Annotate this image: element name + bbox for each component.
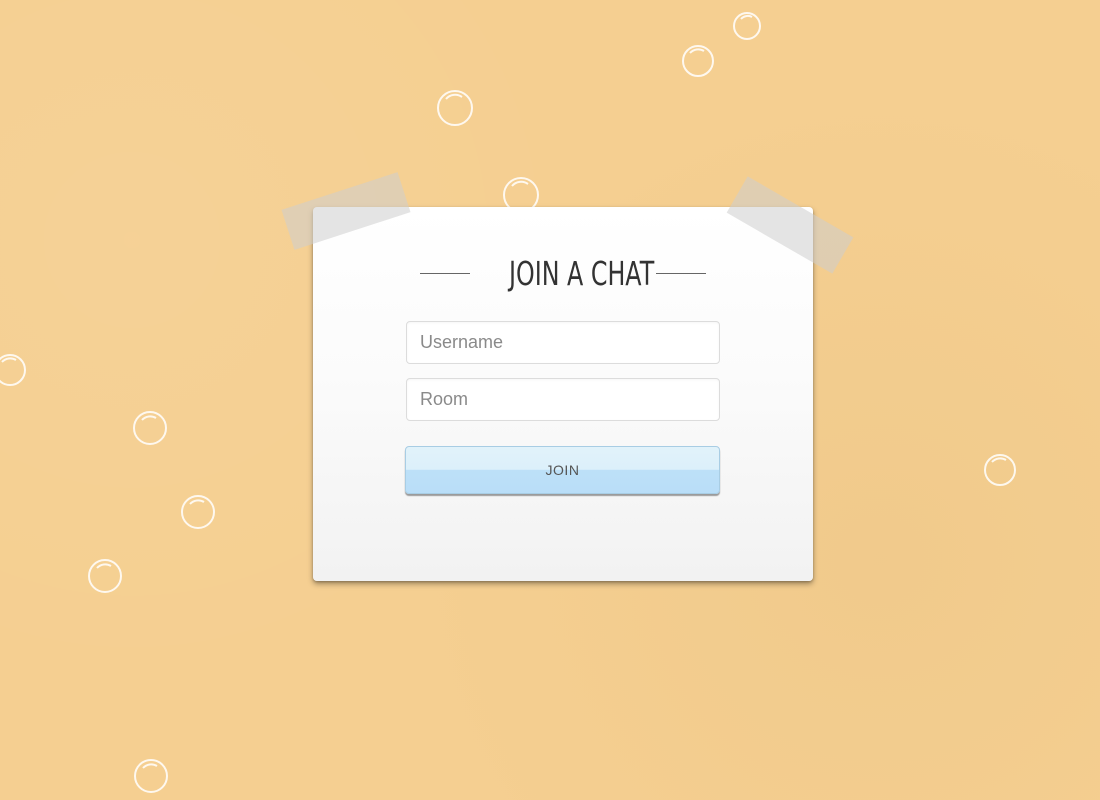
join-button[interactable]: JOIN [405,446,720,494]
bubble-icon [733,12,761,40]
title-divider-right [656,272,706,274]
username-input[interactable] [406,321,720,364]
card-title: JOIN A CHAT [509,253,655,293]
bubble-icon [134,759,168,793]
card-header: JOIN A CHAT [0,250,1100,296]
title-divider-left [420,272,470,274]
bubble-icon [0,354,26,386]
bubble-icon [984,454,1016,486]
room-input[interactable] [406,378,720,421]
bubble-icon [181,495,215,529]
bubble-icon [133,411,167,445]
bubble-icon [88,559,122,593]
bubble-icon [437,90,473,126]
bubble-icon [682,45,714,77]
